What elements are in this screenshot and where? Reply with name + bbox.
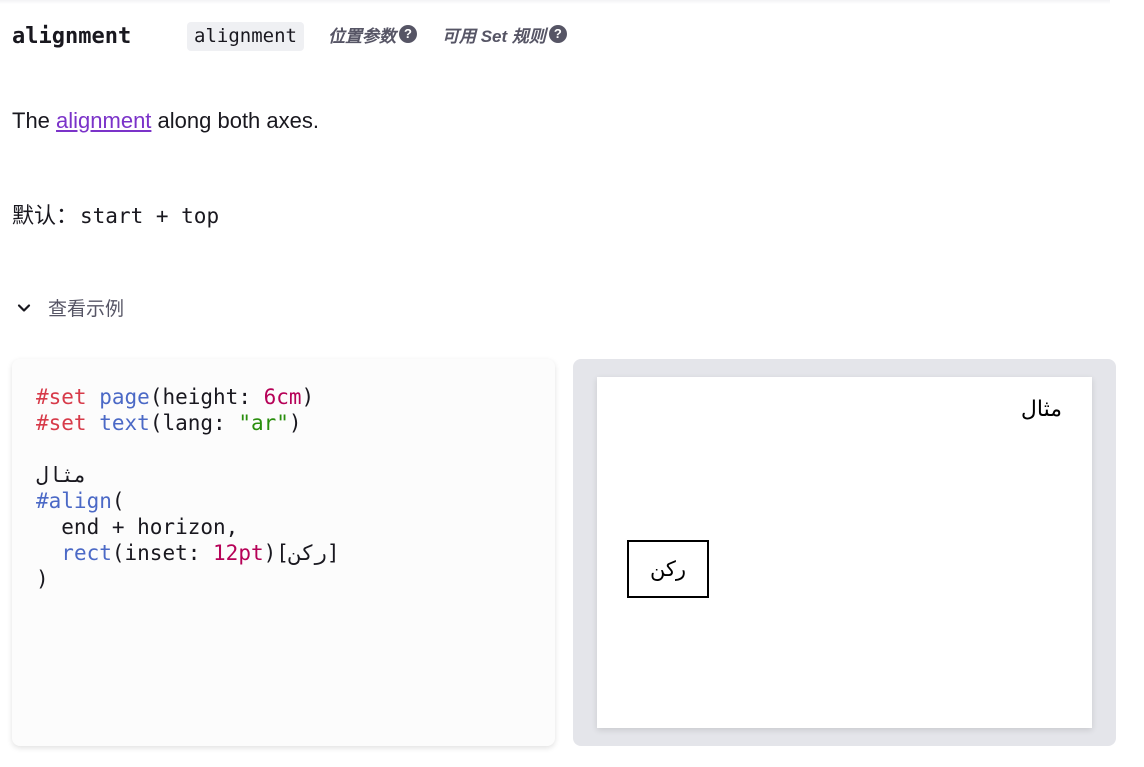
code-number: 6cm bbox=[263, 385, 302, 409]
code-keyword: #set bbox=[36, 385, 87, 409]
description-suffix: along both axes. bbox=[151, 108, 319, 133]
parameter-name: alignment bbox=[12, 23, 132, 49]
code-text: ( bbox=[111, 489, 125, 513]
example-code-block: #set page(height: 6cm) #set text(lang: "… bbox=[12, 359, 555, 746]
code-text: end + horizon, bbox=[36, 515, 239, 539]
preview-page: مثال ركن bbox=[597, 377, 1092, 728]
default-value-row: 默认： start + top bbox=[12, 198, 219, 230]
default-label: 默认： bbox=[12, 203, 79, 228]
chevron-down-icon bbox=[17, 303, 31, 312]
top-divider bbox=[0, 0, 1110, 4]
code-text: (lang: bbox=[149, 411, 239, 435]
positional-tag: 位置参数 ? bbox=[328, 25, 417, 48]
positional-tag-label: 位置参数 bbox=[328, 27, 396, 46]
default-value: start + top bbox=[80, 204, 220, 228]
code-function: page bbox=[99, 385, 150, 409]
preview-rect: ركن bbox=[627, 540, 709, 598]
type-badge[interactable]: alignment bbox=[187, 22, 304, 51]
description-prefix: The bbox=[12, 108, 57, 133]
view-example-label: 查看示例 bbox=[48, 299, 125, 320]
code-text: (height: bbox=[149, 385, 264, 409]
code-text: ) bbox=[301, 385, 315, 409]
example-code: #set page(height: 6cm) #set text(lang: "… bbox=[36, 384, 340, 592]
preview-rect-text: ركن bbox=[649, 557, 687, 581]
code-text: ) bbox=[288, 411, 302, 435]
help-icon[interactable]: ? bbox=[399, 25, 417, 43]
code-text: مثال bbox=[36, 463, 87, 487]
parameter-header: alignment bbox=[12, 20, 131, 52]
code-function: #align bbox=[36, 489, 112, 513]
code-number: 12pt bbox=[213, 541, 264, 565]
settable-tag-label: 可用 Set 规则 bbox=[442, 27, 546, 46]
code-text: (inset: bbox=[111, 541, 214, 565]
code-function: rect bbox=[61, 541, 112, 565]
code-text: ) bbox=[36, 567, 49, 591]
code-text: )[ركن] bbox=[263, 541, 340, 565]
code-keyword: #set bbox=[36, 411, 87, 435]
preview-heading: مثال bbox=[1020, 397, 1062, 422]
view-example-toggle[interactable]: 查看示例 bbox=[14, 294, 124, 321]
code-string: "ar" bbox=[238, 411, 289, 435]
parameter-description: The alignment along both axes. bbox=[12, 108, 319, 134]
example-preview: مثال ركن bbox=[573, 359, 1116, 746]
settable-tag: 可用 Set 规则 ? bbox=[442, 25, 567, 48]
help-icon[interactable]: ? bbox=[548, 25, 567, 43]
code-function: text bbox=[99, 411, 150, 435]
alignment-link[interactable]: alignment bbox=[56, 108, 151, 133]
